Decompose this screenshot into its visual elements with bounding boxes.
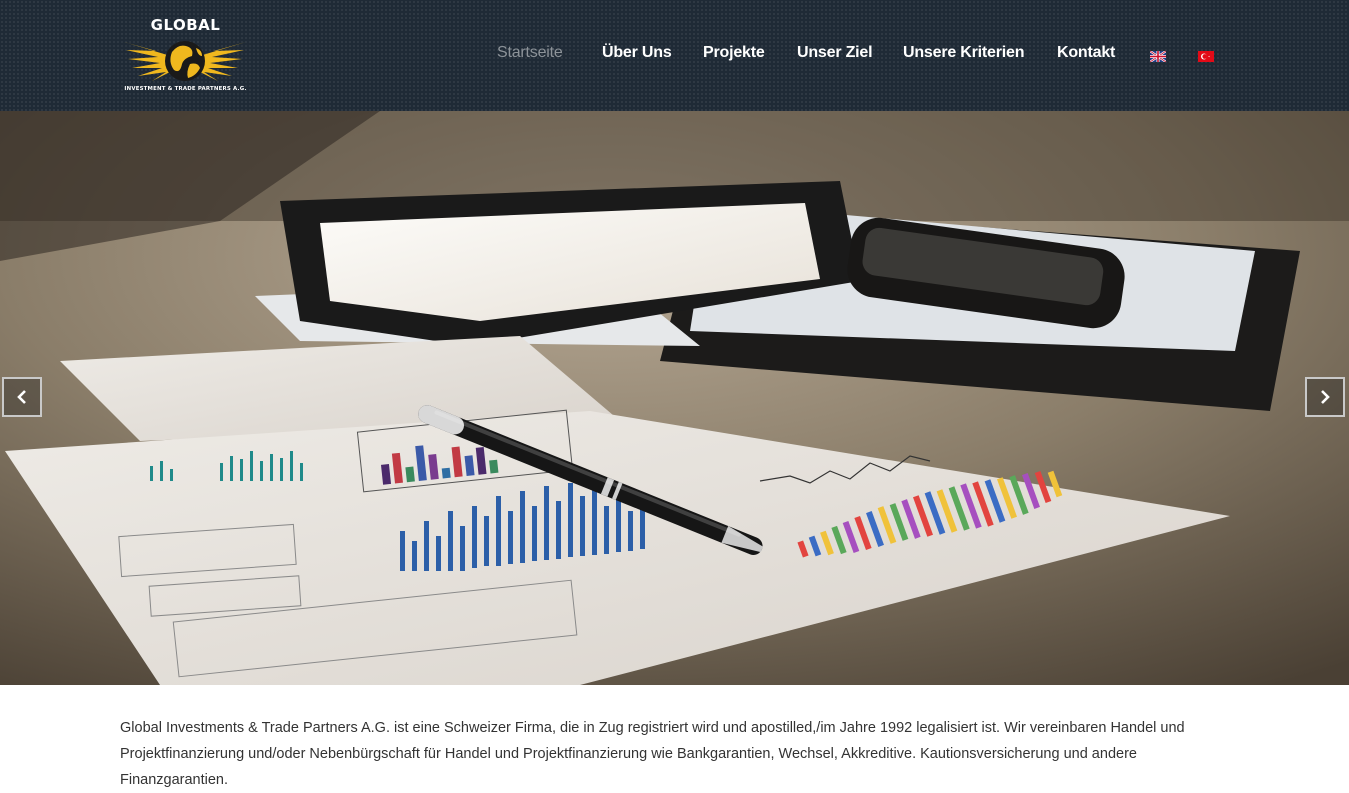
- slider-prev-button[interactable]: [2, 377, 42, 417]
- nav-item-unser-ziel[interactable]: Unser Ziel: [797, 44, 873, 68]
- intro-text: Global Investments & Trade Partners A.G.…: [120, 719, 1185, 788]
- hero-slider[interactable]: [0, 111, 1349, 685]
- nav-item-startseite[interactable]: Startseite: [497, 44, 563, 68]
- turkish-flag-icon[interactable]: [1198, 51, 1214, 62]
- nav-item-projekte[interactable]: Projekte: [703, 44, 765, 68]
- nav-item-unsere-kriterien[interactable]: Unsere Kriterien: [903, 44, 1024, 68]
- hero-image: [0, 111, 1349, 685]
- logo-title: GLOBAL: [150, 16, 221, 34]
- chevron-left-icon: [17, 390, 26, 404]
- nav-item-kontakt[interactable]: Kontakt: [1057, 44, 1115, 68]
- chevron-right-icon: [1321, 390, 1330, 404]
- brand-logo[interactable]: GLOBAL INVESTMENT & TRADE PARTNERS A.G.: [118, 14, 253, 98]
- logo-subtitle: INVESTMENT & TRADE PARTNERS A.G.: [124, 86, 247, 92]
- nav-item-ueber-uns[interactable]: Über Uns: [602, 44, 672, 68]
- globe-wings-icon: [124, 41, 246, 81]
- slider-next-button[interactable]: [1305, 377, 1345, 417]
- site-header: GLOBAL INVESTMENT & TRADE PARTNERS A.G. …: [0, 0, 1349, 111]
- english-flag-icon[interactable]: [1150, 51, 1166, 62]
